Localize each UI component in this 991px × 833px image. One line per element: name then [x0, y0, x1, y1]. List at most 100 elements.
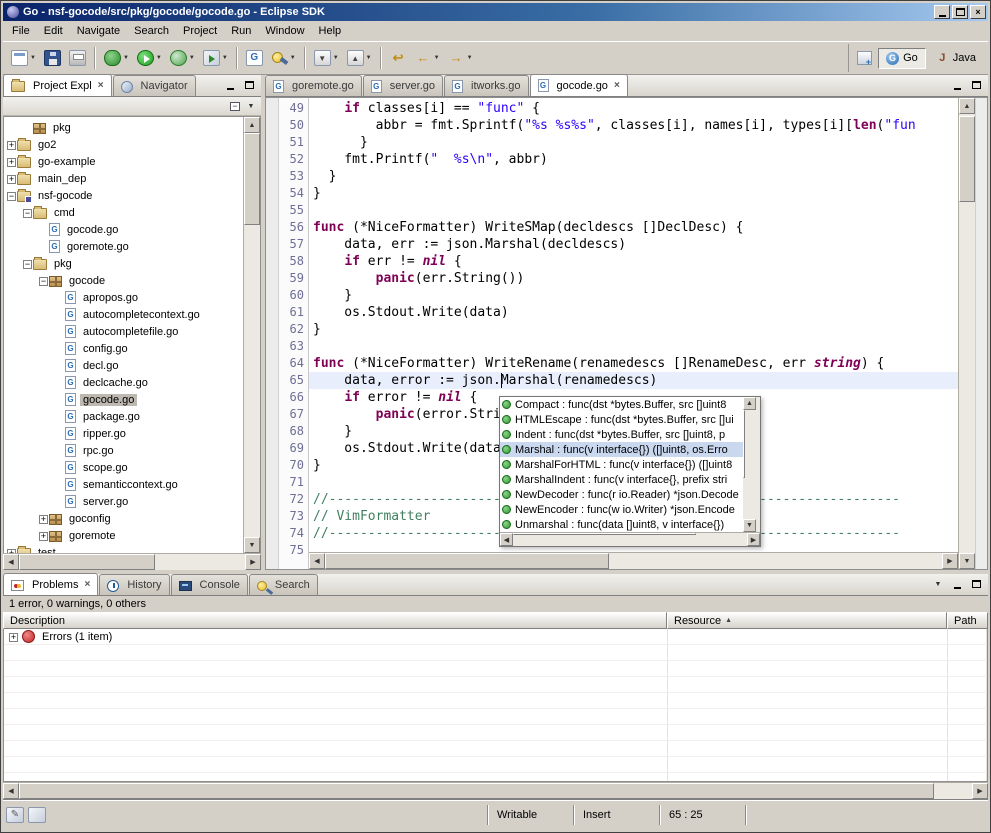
- scroll-down-button[interactable]: ▼: [959, 553, 975, 569]
- scroll-right-button[interactable]: ▶: [747, 533, 760, 546]
- scroll-left-button[interactable]: ◀: [500, 533, 513, 546]
- code-line-52[interactable]: fmt.Printf(" %s\n", abbr): [309, 151, 958, 168]
- editor-vertical-scrollbar[interactable]: ▲ ▼: [958, 98, 975, 569]
- tree-item-pkg[interactable]: pkg: [4, 119, 243, 136]
- tree-item-goconfig[interactable]: +goconfig: [4, 510, 243, 527]
- tree-item-config-go[interactable]: Gconfig.go: [4, 340, 243, 357]
- tab-project-expl[interactable]: Project Expl×: [3, 74, 112, 96]
- tab-problems[interactable]: Problems×: [3, 573, 98, 595]
- tree-item-semanticcontext-go[interactable]: Gsemanticcontext.go: [4, 476, 243, 493]
- explorer-view-menu-button[interactable]: ▼: [243, 99, 259, 113]
- scroll-down-button[interactable]: ▼: [743, 519, 756, 532]
- last-edit-location-button[interactable]: ↩: [387, 48, 410, 68]
- explorer-maximize-button[interactable]: [241, 78, 257, 92]
- scroll-up-button[interactable]: ▲: [959, 98, 975, 114]
- scrollbar-track[interactable]: [959, 114, 975, 553]
- expand-expander-icon[interactable]: +: [6, 139, 17, 151]
- code-line-58[interactable]: if err != nil {: [309, 253, 958, 270]
- tab-goremote-go[interactable]: Ggoremote.go: [265, 75, 362, 96]
- scroll-left-button[interactable]: ◀: [3, 554, 19, 570]
- tab-console[interactable]: Console: [171, 574, 248, 595]
- menu-run[interactable]: Run: [224, 23, 258, 39]
- tree-item-package-go[interactable]: Gpackage.go: [4, 408, 243, 425]
- code-line-51[interactable]: }: [309, 134, 958, 151]
- editor-maximize-button[interactable]: [968, 78, 984, 92]
- code-line-62[interactable]: }: [309, 321, 958, 338]
- tree-item-goremote[interactable]: +goremote: [4, 527, 243, 544]
- scrollbar-thumb[interactable]: [244, 133, 260, 225]
- editor-horizontal-scrollbar[interactable]: ◀ ▶: [309, 552, 958, 569]
- run-last-tool-button[interactable]: ▼: [167, 48, 198, 68]
- new-go-file-button[interactable]: G: [243, 48, 266, 68]
- search-button[interactable]: ▼: [268, 48, 299, 68]
- menu-help[interactable]: Help: [312, 23, 349, 39]
- problems-row-errors-1-item[interactable]: +Errors (1 item): [4, 629, 987, 645]
- next-annotation-button[interactable]: ▼▼: [311, 48, 342, 68]
- collapse-expander-icon[interactable]: −: [38, 275, 49, 287]
- problems-view-menu-button[interactable]: ▼: [930, 577, 946, 591]
- column-header-description[interactable]: Description: [3, 612, 667, 629]
- menu-search[interactable]: Search: [127, 23, 176, 39]
- column-header-resource[interactable]: Resource▲: [667, 612, 947, 629]
- code-line-56[interactable]: func (*NiceFormatter) WriteSMap(decldesc…: [309, 219, 958, 236]
- tree-item-gocode[interactable]: −gocode: [4, 272, 243, 289]
- print-button[interactable]: [66, 48, 89, 68]
- tree-item-cmd[interactable]: −cmd: [4, 204, 243, 221]
- menu-project[interactable]: Project: [176, 23, 224, 39]
- dropdown-arrow-icon[interactable]: ▼: [189, 55, 195, 61]
- tree-item-go-example[interactable]: +go-example: [4, 153, 243, 170]
- collapse-all-button[interactable]: −: [227, 99, 243, 113]
- expand-expander-icon[interactable]: +: [38, 513, 49, 525]
- code-line-57[interactable]: data, err := json.Marshal(decldescs): [309, 236, 958, 253]
- perspective-java[interactable]: JJava: [928, 48, 984, 69]
- scrollbar-thumb[interactable]: [19, 783, 934, 799]
- tree-item-autocompletefile-go[interactable]: Gautocompletefile.go: [4, 323, 243, 340]
- completion-item-marshal[interactable]: Marshal : func(v interface{}) ([]uint8, …: [500, 442, 743, 457]
- expand-expander-icon[interactable]: +: [8, 631, 19, 643]
- dropdown-arrow-icon[interactable]: ▼: [366, 55, 372, 61]
- tree-item-ripper-go[interactable]: Gripper.go: [4, 425, 243, 442]
- explorer-minimize-button[interactable]: [222, 78, 238, 92]
- menu-file[interactable]: File: [5, 23, 37, 39]
- expand-expander-icon[interactable]: +: [38, 530, 49, 542]
- tree-item-go2[interactable]: +go2: [4, 136, 243, 153]
- dropdown-arrow-icon[interactable]: ▼: [30, 55, 36, 61]
- maximize-button[interactable]: [952, 5, 968, 19]
- tree-item-apropos-go[interactable]: Gapropos.go: [4, 289, 243, 306]
- popup-horizontal-scrollbar[interactable]: ◀ ▶: [500, 532, 760, 546]
- tree-item-declcache-go[interactable]: Gdeclcache.go: [4, 374, 243, 391]
- back-button[interactable]: ←▼: [412, 48, 443, 68]
- collapse-expander-icon[interactable]: −: [6, 190, 17, 202]
- editor-minimize-button[interactable]: [949, 78, 965, 92]
- forward-button[interactable]: →▼: [445, 48, 476, 68]
- code-line-60[interactable]: }: [309, 287, 958, 304]
- scroll-right-button[interactable]: ▶: [942, 553, 958, 569]
- code-line-61[interactable]: os.Stdout.Write(data): [309, 304, 958, 321]
- popup-vertical-scrollbar[interactable]: ▲ ▼: [743, 397, 760, 532]
- debug-button[interactable]: ▼: [101, 48, 132, 68]
- completion-item-newencoder[interactable]: NewEncoder : func(w io.Writer) *json.Enc…: [500, 502, 743, 517]
- overview-ruler[interactable]: [975, 98, 987, 569]
- tab-close-icon[interactable]: ×: [82, 579, 90, 590]
- tree-item-goremote-go[interactable]: Ggoremote.go: [4, 238, 243, 255]
- menu-window[interactable]: Window: [258, 23, 311, 39]
- code-line-63[interactable]: [309, 338, 958, 355]
- completion-item-htmlescape[interactable]: HTMLEscape : func(dst *bytes.Buffer, src…: [500, 412, 743, 427]
- scrollbar-track[interactable]: [513, 533, 747, 546]
- scrollbar-track[interactable]: [743, 410, 760, 519]
- previous-annotation-button[interactable]: ▲▼: [344, 48, 375, 68]
- completion-item-indent[interactable]: Indent : func(dst *bytes.Buffer, src []u…: [500, 427, 743, 442]
- scrollbar-thumb[interactable]: [325, 553, 609, 569]
- dropdown-arrow-icon[interactable]: ▼: [333, 55, 339, 61]
- scrollbar-track[interactable]: [19, 783, 972, 799]
- problems-horizontal-scrollbar[interactable]: ◀ ▶: [3, 782, 988, 799]
- scrollbar-thumb[interactable]: [743, 410, 745, 478]
- code-line-55[interactable]: [309, 202, 958, 219]
- menu-edit[interactable]: Edit: [37, 23, 70, 39]
- tree-item-scope-go[interactable]: Gscope.go: [4, 459, 243, 476]
- tab-close-icon[interactable]: ×: [96, 80, 104, 91]
- code-line-49[interactable]: if classes[i] == "func" {: [309, 100, 958, 117]
- completion-item-newdecoder[interactable]: NewDecoder : func(r io.Reader) *json.Dec…: [500, 487, 743, 502]
- dropdown-arrow-icon[interactable]: ▼: [290, 55, 296, 61]
- tree-item-test[interactable]: +test: [4, 544, 243, 553]
